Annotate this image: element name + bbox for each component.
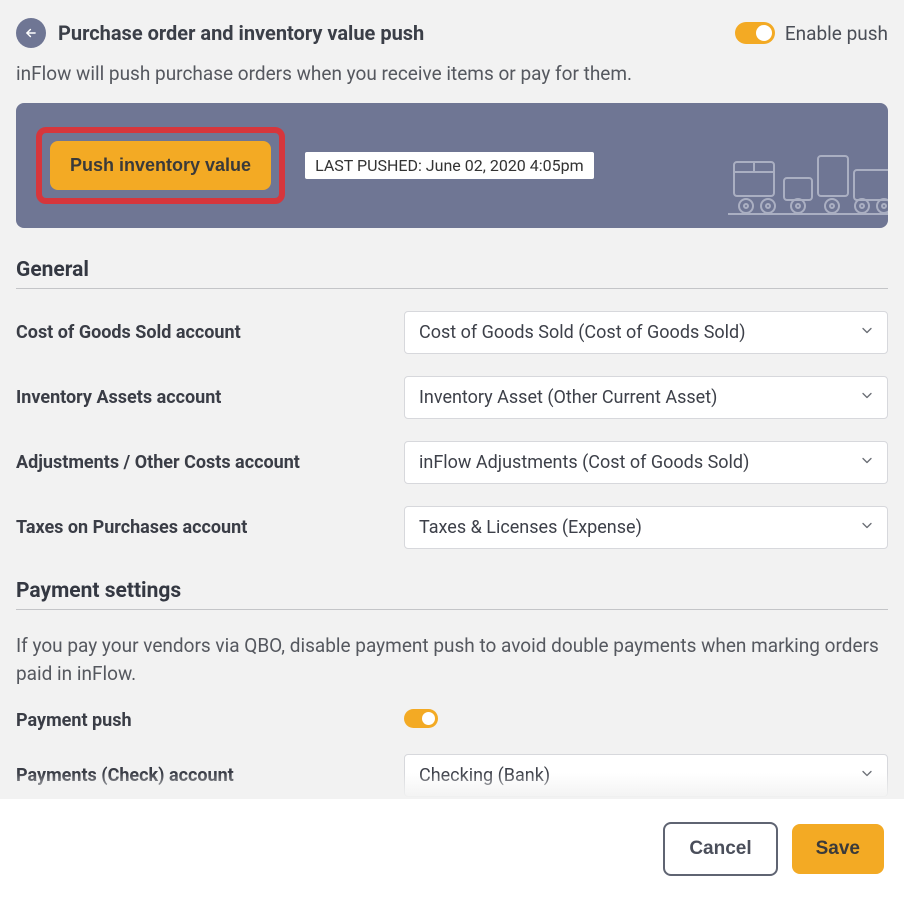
payment-section-description: If you pay your vendors via QBO, disable… [16, 632, 888, 687]
select-value: Taxes & Licenses (Expense) [419, 517, 642, 538]
section-divider [16, 609, 888, 610]
arrow-left-icon [24, 26, 38, 40]
select-payments-check-account[interactable]: Checking (Bank) [404, 754, 888, 797]
highlight-box: Push inventory value [36, 127, 285, 204]
chevron-down-icon [859, 517, 875, 538]
chevron-down-icon [859, 322, 875, 343]
label-payments-check-account: Payments (Check) account [16, 765, 404, 786]
push-banner: Push inventory value LAST PUSHED: June 0… [16, 103, 888, 228]
chevron-down-icon [859, 765, 875, 786]
back-button[interactable] [16, 18, 46, 48]
enable-push-toggle[interactable] [735, 22, 775, 44]
save-button[interactable]: Save [792, 824, 884, 874]
cancel-button[interactable]: Cancel [663, 822, 777, 876]
page-description: inFlow will push purchase orders when yo… [16, 62, 888, 85]
select-inventory-assets-account[interactable]: Inventory Asset (Other Current Asset) [404, 376, 888, 419]
label-payment-push: Payment push [16, 710, 404, 731]
label-cogs-account: Cost of Goods Sold account [16, 322, 404, 343]
page-header: Purchase order and inventory value push … [16, 18, 888, 48]
chevron-down-icon [859, 387, 875, 408]
select-cogs-account[interactable]: Cost of Goods Sold (Cost of Goods Sold) [404, 311, 888, 354]
payment-push-toggle[interactable] [404, 709, 438, 728]
boxes-illustration-icon [728, 150, 888, 224]
select-value: Checking (Bank) [419, 765, 550, 786]
select-taxes-account[interactable]: Taxes & Licenses (Expense) [404, 506, 888, 549]
enable-push-label: Enable push [785, 22, 888, 45]
section-divider [16, 288, 888, 289]
section-title-payment: Payment settings [16, 579, 888, 603]
label-taxes-account: Taxes on Purchases account [16, 517, 404, 538]
last-pushed-label: LAST PUSHED: June 02, 2020 4:05pm [305, 152, 594, 179]
select-value: Inventory Asset (Other Current Asset) [419, 387, 717, 408]
select-adjustments-account[interactable]: inFlow Adjustments (Cost of Goods Sold) [404, 441, 888, 484]
footer-bar: Cancel Save [0, 799, 904, 899]
label-adjustments-account: Adjustments / Other Costs account [16, 452, 404, 473]
section-title-general: General [16, 258, 888, 282]
page-title: Purchase order and inventory value push [58, 21, 424, 45]
push-inventory-value-button[interactable]: Push inventory value [50, 141, 271, 190]
select-value: Cost of Goods Sold (Cost of Goods Sold) [419, 322, 745, 343]
label-inventory-assets-account: Inventory Assets account [16, 387, 404, 408]
select-value: inFlow Adjustments (Cost of Goods Sold) [419, 452, 749, 473]
chevron-down-icon [859, 452, 875, 473]
